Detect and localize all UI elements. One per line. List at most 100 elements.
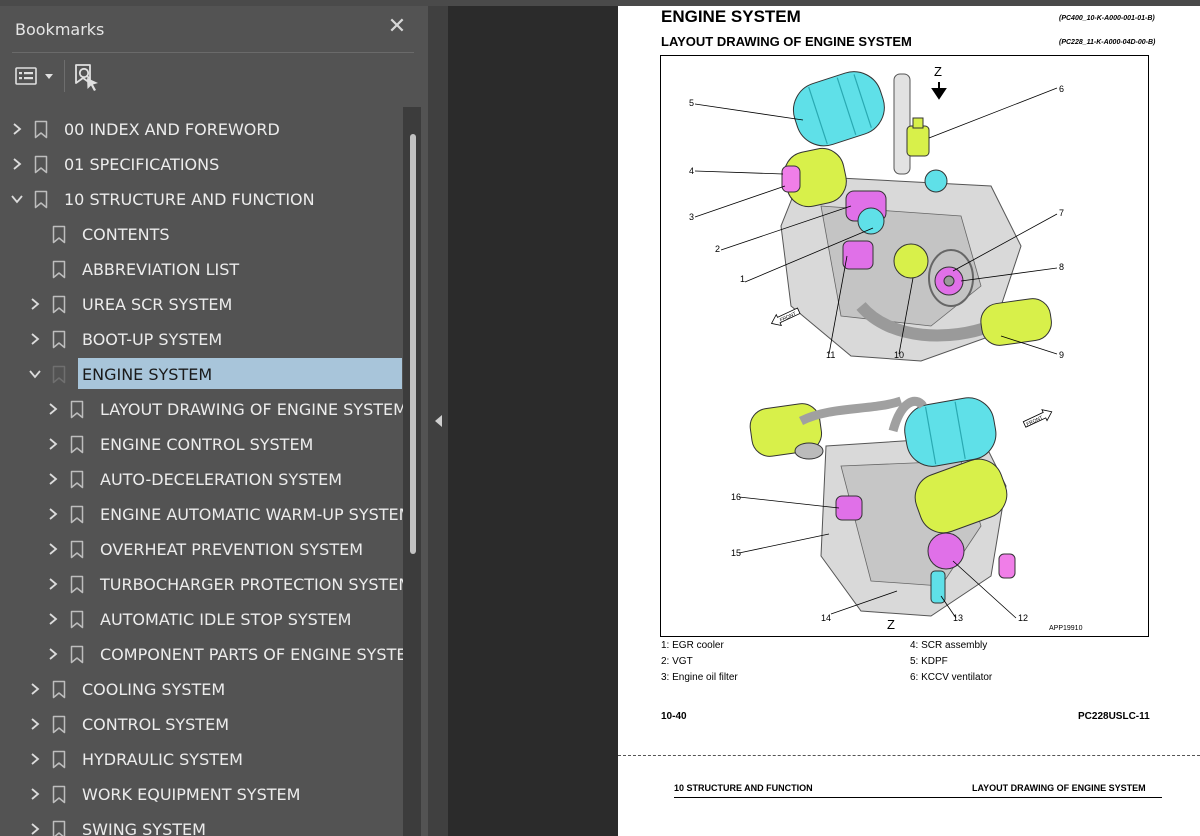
bookmark-icon <box>52 715 66 734</box>
legend-item: 4: SCR assembly <box>910 640 988 651</box>
bookmark-label: AUTOMATIC IDLE STOP SYSTEM <box>100 610 352 629</box>
engine-illustration: Z FRONT Z FRONT 12345678910111213141516 <box>689 64 1064 632</box>
bookmark-item[interactable]: COMPONENT PARTS OF ENGINE SYSTEM <box>0 637 408 672</box>
bookmark-item[interactable]: ENGINE AUTOMATIC WARM-UP SYSTEM <box>0 497 408 532</box>
bookmark-icon <box>70 540 84 559</box>
bookmark-item[interactable]: ENGINE SYSTEM <box>0 357 408 392</box>
chevron-right-icon[interactable] <box>28 822 42 836</box>
bookmark-icon <box>52 750 66 769</box>
figure-code: APP19910 <box>1049 625 1083 632</box>
callout-number: 4 <box>689 166 694 176</box>
close-icon[interactable]: ✕ <box>386 15 408 37</box>
model-number: PC228USLC-11 <box>1078 711 1150 722</box>
bookmark-item[interactable]: ENGINE CONTROL SYSTEM <box>0 427 408 462</box>
bookmark-item[interactable]: COOLING SYSTEM <box>0 672 408 707</box>
legend-item: 1: EGR cooler <box>661 640 724 651</box>
bookmark-icon <box>52 330 66 349</box>
document-gutter <box>448 6 618 836</box>
chevron-right-icon[interactable] <box>10 157 24 171</box>
view-z-label-top: Z <box>934 64 942 79</box>
bookmark-icon <box>34 120 48 139</box>
chevron-right-icon[interactable] <box>28 787 42 801</box>
bookmark-item[interactable]: AUTO-DECELERATION SYSTEM <box>0 462 408 497</box>
bookmark-icon <box>70 505 84 524</box>
next-page-header-right: LAYOUT DRAWING OF ENGINE SYSTEM <box>972 783 1146 793</box>
callout-number: 8 <box>1059 262 1064 272</box>
bookmark-icon <box>34 190 48 209</box>
engine-bottom-view: Z FRONT <box>749 396 1053 632</box>
chevron-right-icon[interactable] <box>28 297 42 311</box>
bookmark-label: CONTENTS <box>82 225 170 244</box>
bookmark-icon <box>52 295 66 314</box>
options-menu-button[interactable] <box>14 64 56 90</box>
bookmark-item[interactable]: BOOT-UP SYSTEM <box>0 322 408 357</box>
bookmark-icon <box>70 575 84 594</box>
bookmark-icon <box>52 365 66 384</box>
bookmark-item[interactable]: 01 SPECIFICATIONS <box>0 147 408 182</box>
bookmark-icon <box>34 155 48 174</box>
callout-number: 7 <box>1059 208 1064 218</box>
options-list-icon <box>15 67 53 85</box>
bookmark-label: AUTO-DECELERATION SYSTEM <box>100 470 343 489</box>
bookmark-item[interactable]: LAYOUT DRAWING OF ENGINE SYSTEM <box>0 392 408 427</box>
bookmark-item[interactable]: 00 INDEX AND FOREWORD <box>0 112 408 147</box>
find-bookmark-icon <box>75 64 98 91</box>
callout-number: 12 <box>1018 613 1028 623</box>
bookmark-item[interactable]: CONTROL SYSTEM <box>0 707 408 742</box>
bookmark-icon <box>52 260 66 279</box>
bookmark-item[interactable]: AUTOMATIC IDLE STOP SYSTEM <box>0 602 408 637</box>
bookmark-label: ABBREVIATION LIST <box>82 260 240 279</box>
bookmark-tree: 00 INDEX AND FOREWORD 01 SPECIFICATIONS 10… <box>0 107 408 836</box>
callout-number: 2 <box>715 244 720 254</box>
bookmark-label: CONTROL SYSTEM <box>82 715 229 734</box>
engine-top-view: Z FRONT <box>770 64 1052 362</box>
chevron-right-icon[interactable] <box>46 402 60 416</box>
engine-layout-figure: Z FRONT Z FRONT 1 2 3 4 5 6 7 8 9 10 11 … <box>660 55 1149 637</box>
chevron-right-icon[interactable] <box>28 752 42 766</box>
bookmark-label: WORK EQUIPMENT SYSTEM <box>82 785 301 804</box>
bookmark-item[interactable]: HYDRAULIC SYSTEM <box>0 742 408 777</box>
bookmark-item[interactable]: UREA SCR SYSTEM <box>0 287 408 322</box>
chevron-right-icon[interactable] <box>28 332 42 346</box>
chevron-right-icon[interactable] <box>10 122 24 136</box>
bookmark-item[interactable]: SWING SYSTEM <box>0 812 408 836</box>
panel-title: Bookmarks <box>15 20 105 39</box>
chevron-right-icon[interactable] <box>46 612 60 626</box>
bookmark-label: TURBOCHARGER PROTECTION SYSTEM <box>100 575 408 594</box>
bookmark-label: HYDRAULIC SYSTEM <box>82 750 243 769</box>
callout-number: 1 <box>740 274 745 284</box>
bookmark-icon <box>70 470 84 489</box>
collapse-arrow-icon[interactable] <box>435 415 442 427</box>
legend-item: 2: VGT <box>661 656 693 667</box>
chevron-right-icon[interactable] <box>28 682 42 696</box>
bookmark-item[interactable]: 10 STRUCTURE AND FUNCTION <box>0 182 408 217</box>
bookmark-item[interactable]: TURBOCHARGER PROTECTION SYSTEM <box>0 567 408 602</box>
chevron-down-icon[interactable] <box>10 192 24 206</box>
bookmarks-panel: Bookmarks ✕ 00 INDEX AND FOREWORD 01 SPEC… <box>0 6 428 836</box>
bookmark-label: ENGINE SYSTEM <box>82 365 213 384</box>
chevron-right-icon[interactable] <box>46 472 60 486</box>
scrollbar-thumb[interactable] <box>410 134 416 554</box>
find-bookmark-button[interactable] <box>72 62 102 92</box>
bookmark-label: COOLING SYSTEM <box>82 680 226 699</box>
bookmark-item[interactable]: OVERHEAT PREVENTION SYSTEM <box>0 532 408 567</box>
callout-number: 13 <box>953 613 963 623</box>
chevron-right-icon[interactable] <box>46 437 60 451</box>
chevron-right-icon[interactable] <box>46 507 60 521</box>
front-arrow-top: FRONT <box>770 307 801 327</box>
bookmark-icon <box>70 400 84 419</box>
chevron-down-icon[interactable] <box>28 367 42 381</box>
callout-number: 9 <box>1059 350 1064 360</box>
bookmark-icon <box>52 785 66 804</box>
chevron-right-icon[interactable] <box>46 577 60 591</box>
bookmark-item[interactable]: CONTENTS <box>0 217 408 252</box>
chevron-right-icon[interactable] <box>46 542 60 556</box>
bookmark-icon <box>70 645 84 664</box>
callout-number: 14 <box>821 613 831 623</box>
legend-item: 5: KDPF <box>910 656 948 667</box>
chevron-right-icon[interactable] <box>28 717 42 731</box>
bookmark-item[interactable]: ABBREVIATION LIST <box>0 252 408 287</box>
bookmark-label: 01 SPECIFICATIONS <box>64 155 220 174</box>
bookmark-item[interactable]: WORK EQUIPMENT SYSTEM <box>0 777 408 812</box>
chevron-right-icon[interactable] <box>46 647 60 661</box>
